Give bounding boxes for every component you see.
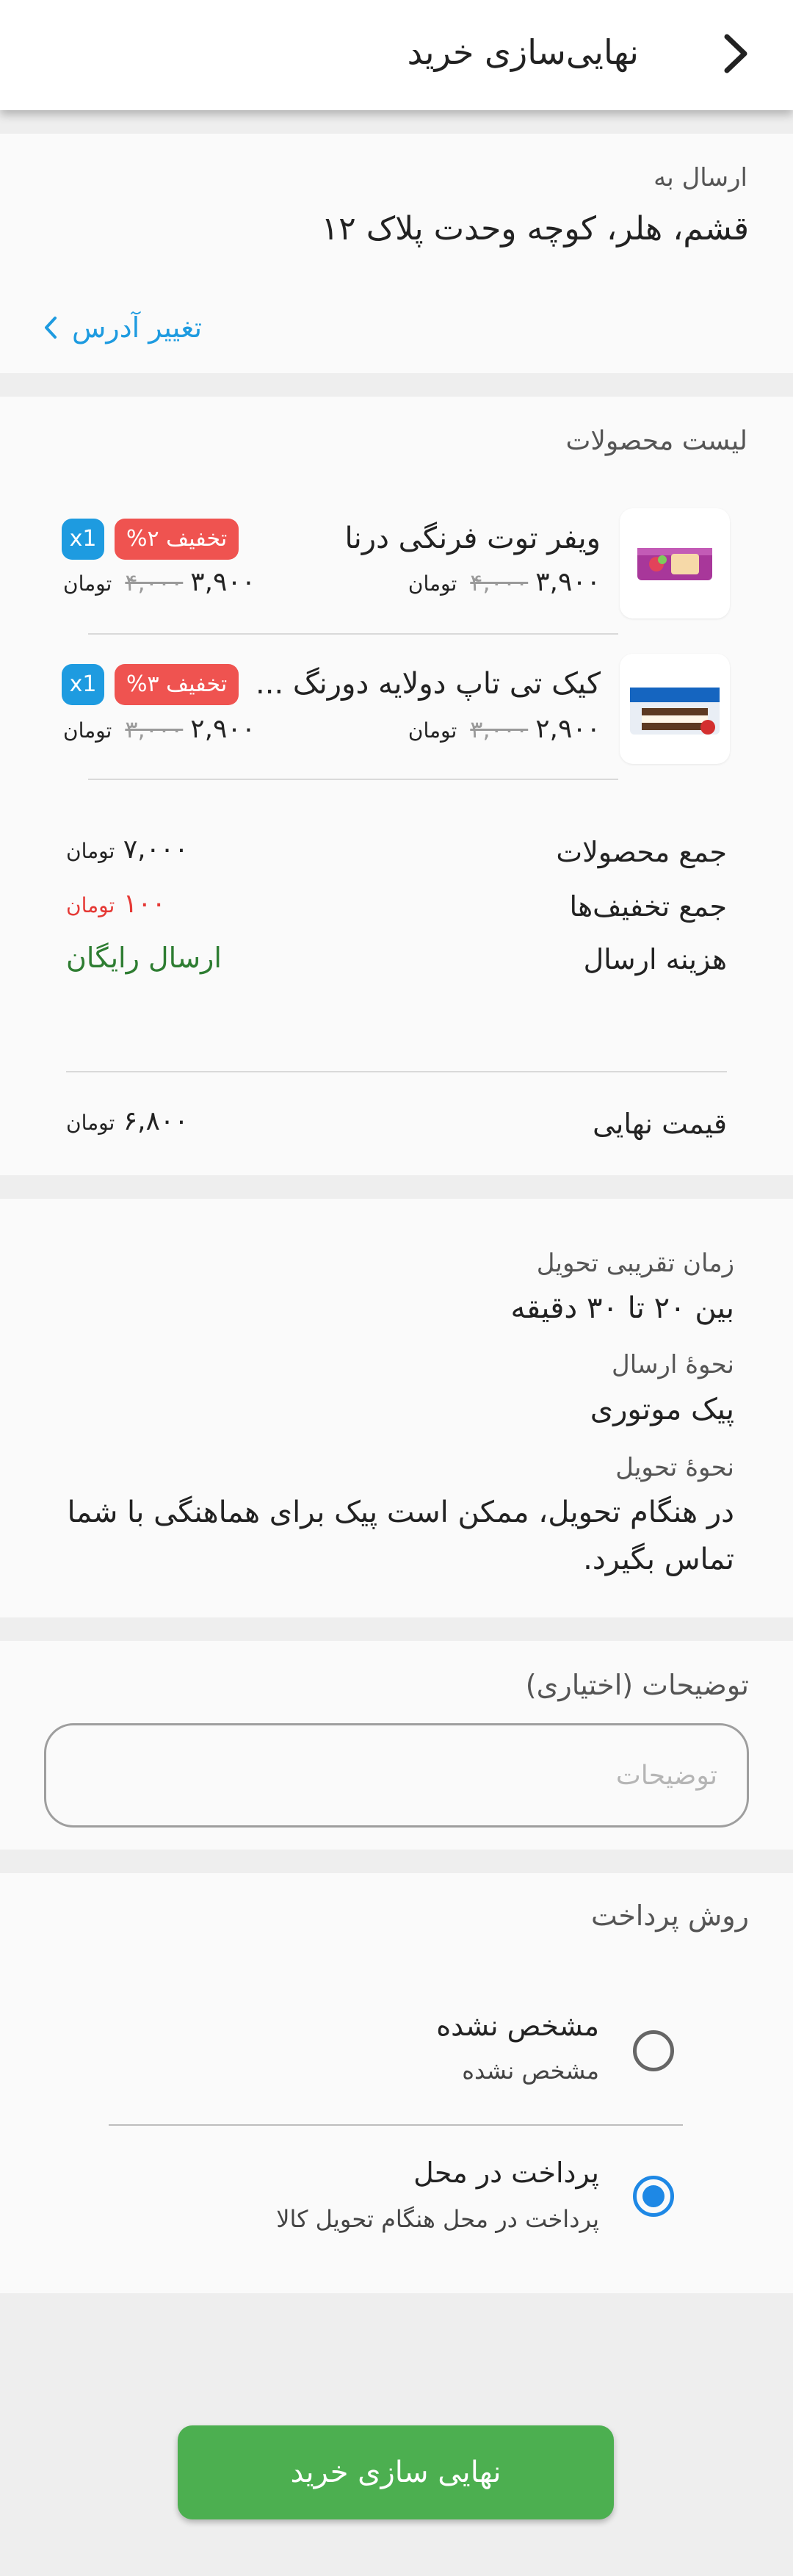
line-total-row: ۴,۰۰۰ ۳,۹۰۰ تومان <box>63 567 256 597</box>
line-total-row: ۳,۰۰۰ ۲,۹۰۰ تومان <box>63 714 256 744</box>
currency: تومان <box>66 1111 115 1135</box>
discount-badge: تخفیف ۲% <box>115 519 239 560</box>
page-title: نهایی‌سازی خرید <box>407 32 639 72</box>
divider <box>88 779 618 780</box>
total-amount: ۶,۸۰۰ <box>123 1106 189 1136</box>
price: ۲,۹۰۰ <box>190 714 256 744</box>
handover-label: نحوهٔ تحویل <box>615 1453 734 1482</box>
delivery-info-card: زمان تقریبی تحویل بین ۲۰ تا ۳۰ دقیقه نحو… <box>0 1199 793 1617</box>
quantity-badge: x1 <box>62 664 104 705</box>
payment-method-card: روش پرداخت مشخص نشده مشخص نشده پرداخت در… <box>0 1873 793 2293</box>
old-price: ۳,۰۰۰ <box>125 715 184 743</box>
currency: تومان <box>66 893 115 917</box>
payment-option-subtitle: پرداخت در محل هنگام تحویل کالا <box>276 2205 599 2233</box>
change-address-link[interactable]: تغییر آدرس <box>43 307 202 348</box>
product-image <box>620 654 730 764</box>
shipping-value: ارسال رایگان <box>66 942 222 974</box>
payment-option-subtitle: مشخص نشده <box>462 2057 599 2085</box>
notes-input[interactable] <box>44 1723 749 1828</box>
notes-card: توضیحات (اختیاری) <box>0 1641 793 1850</box>
divider <box>66 1071 727 1072</box>
discount-total-label: جمع تخفیف‌ها <box>569 890 727 923</box>
cake-package-icon <box>630 688 720 735</box>
radio-button-selected[interactable] <box>633 2176 674 2217</box>
currency: تومان <box>66 839 115 863</box>
price: ۳,۹۰۰ <box>535 567 601 597</box>
radio-button-unselected[interactable] <box>633 2030 674 2071</box>
subtotal-value: ۷,۰۰۰ تومان <box>66 834 189 865</box>
product-image <box>620 508 730 618</box>
chevron-right-icon <box>724 34 747 73</box>
currency: تومان <box>63 571 112 596</box>
price: ۳,۹۰۰ <box>190 567 256 597</box>
address-label: ارسال به <box>653 163 747 192</box>
shipping-method-label: نحوهٔ ارسال <box>611 1350 734 1379</box>
currency: تومان <box>63 718 112 743</box>
handover-text-line2: تماس بگیرد. <box>583 1543 734 1576</box>
quantity-badge: x1 <box>62 519 104 560</box>
discount-amount: ۱۰۰ <box>123 889 166 919</box>
total-value: ۶,۸۰۰ تومان <box>66 1106 189 1136</box>
divider <box>109 2124 683 2126</box>
payment-option-title: مشخص نشده <box>436 2010 599 2042</box>
shipping-label: هزینه ارسال <box>583 943 727 975</box>
subtotal-amount: ۷,۰۰۰ <box>123 834 189 865</box>
delivery-time-value: بین ۲۰ تا ۳۰ دقیقه <box>510 1291 734 1325</box>
currency: تومان <box>408 571 457 596</box>
chevron-left-icon <box>45 317 57 339</box>
address-card: ارسال به قشم، هلر، کوچه وحدت پلاک ۱۲ تغی… <box>0 134 793 373</box>
total-label: قیمت نهایی <box>593 1108 727 1140</box>
currency: تومان <box>408 718 457 743</box>
wafer-package-icon <box>637 548 712 580</box>
divider <box>88 633 618 635</box>
delivery-time-label: زمان تقریبی تحویل <box>536 1249 734 1278</box>
price: ۲,۹۰۰ <box>535 714 601 744</box>
address-value: قشم، هلر، کوچه وحدت پلاک ۱۲ <box>321 210 749 248</box>
top-app-bar: نهایی‌سازی خرید <box>0 0 793 110</box>
product-name: کیک تی تاپ دولایه دورنگ ... <box>256 667 601 701</box>
payment-title: روش پرداخت <box>591 1899 749 1932</box>
product-price-row: ۴,۰۰۰ ۳,۹۰۰ تومان <box>408 567 601 597</box>
notes-label: توضیحات (اختیاری) <box>525 1669 749 1701</box>
discount-badge: تخفیف ۳% <box>115 664 239 705</box>
finalize-order-button[interactable]: نهایی سازی خرید <box>178 2425 614 2519</box>
products-card: لیست محصولات ویفر توت فرنگی درنا ۴,۰۰۰ ۳,… <box>0 397 793 1175</box>
back-button[interactable] <box>714 28 758 79</box>
shipping-method-value: پیک موتوری <box>590 1393 734 1426</box>
products-title: لیست محصولات <box>565 426 748 456</box>
old-price: ۴,۰۰۰ <box>470 569 529 596</box>
product-name: ویفر توت فرنگی درنا <box>344 522 601 555</box>
old-price: ۴,۰۰۰ <box>125 569 184 596</box>
change-address-label: تغییر آدرس <box>72 311 203 344</box>
product-price-row: ۳,۰۰۰ ۲,۹۰۰ تومان <box>408 714 601 744</box>
payment-option-title: پرداخت در محل <box>413 2157 599 2189</box>
discount-total-value: ۱۰۰ تومان <box>66 889 166 919</box>
subtotal-label: جمع محصولات <box>556 836 727 868</box>
old-price: ۳,۰۰۰ <box>470 715 529 743</box>
handover-text-line1: در هنگام تحویل، ممکن است پیک برای هماهنگ… <box>67 1496 735 1529</box>
